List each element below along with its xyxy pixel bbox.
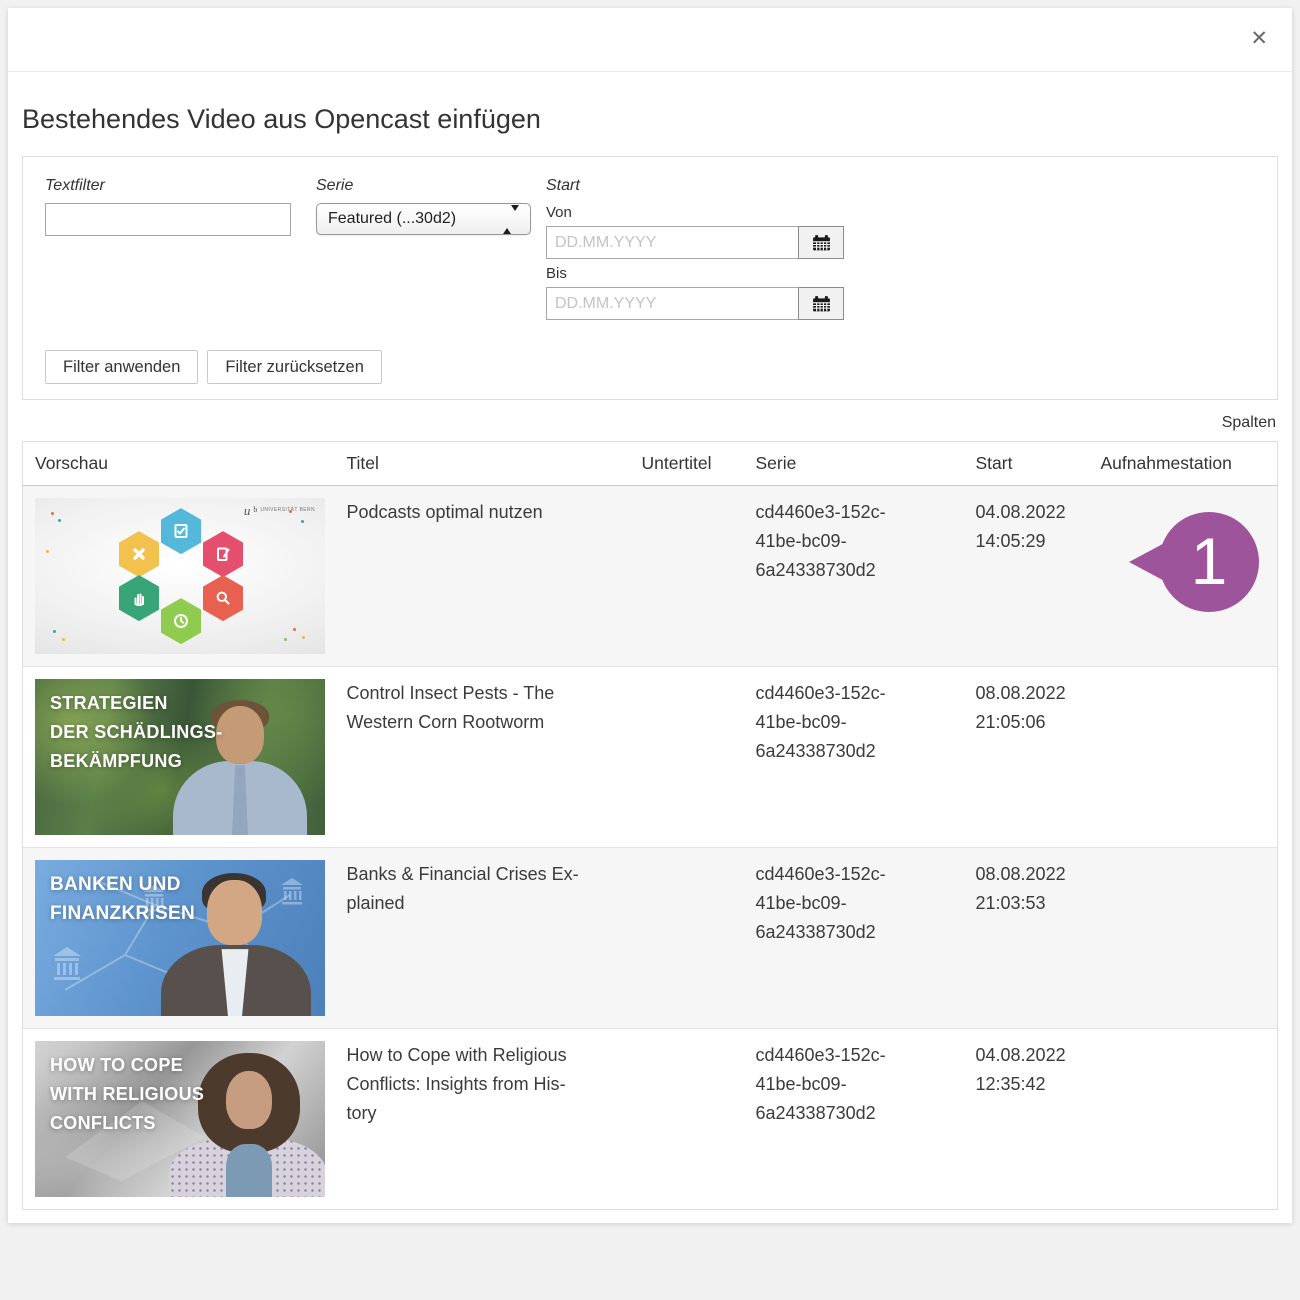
confetti-dots	[51, 512, 54, 515]
column-header-titel: Titel	[347, 442, 642, 486]
checklist-icon	[172, 522, 190, 540]
video-table: Vorschau Titel Untertitel Serie Start Au…	[22, 441, 1278, 1210]
hexagon-hand	[119, 575, 159, 621]
calendar-icon	[812, 234, 831, 252]
video-thumbnail[interactable]: HOW TO COPE WITH RELIGIOUS CONFLICTS	[35, 1041, 325, 1197]
university-bern-logo: ub UNIVERSITÄT BERN	[244, 506, 315, 516]
serie-select[interactable]: Featured (...30d2)	[316, 203, 531, 235]
table-row[interactable]: HOW TO COPE WITH RELIGIOUS CONFLICTS How…	[23, 1029, 1278, 1210]
video-thumbnail[interactable]: ub UNIVERSITÄT BERN	[35, 498, 325, 654]
serie-label: Serie	[316, 177, 546, 195]
annotation-marker-1: 1	[1126, 503, 1260, 621]
magnifier-icon	[214, 589, 232, 607]
date-to-input[interactable]	[546, 287, 798, 320]
aufnahmestation-cell	[1101, 848, 1278, 1029]
calendar-icon	[812, 295, 831, 313]
untertitel-cell	[642, 667, 756, 848]
start-cell: 08.08.2022 21:03:53	[976, 848, 1101, 1029]
opencast-dialog: ✕ Bestehendes Video aus Opencast einfüge…	[8, 8, 1292, 1223]
column-header-untertitel: Untertitel	[642, 442, 756, 486]
hexagon-magnifier	[203, 575, 243, 621]
column-header-start: Start	[976, 442, 1101, 486]
date-from-input[interactable]	[546, 226, 798, 259]
hexagon-clock	[161, 598, 201, 644]
title-cell: Control Insect Pests - The Western Corn …	[347, 667, 642, 848]
start-cell: 08.08.2022 21:05:06	[976, 667, 1101, 848]
column-header-aufnahmestation: Aufnahmestation	[1101, 442, 1278, 486]
table-row[interactable]: BANKEN UND FINANZKRISEN Banks & Financia…	[23, 848, 1278, 1029]
aufnahmestation-cell	[1101, 1029, 1278, 1210]
apply-filter-button[interactable]: Filter anwenden	[45, 350, 198, 384]
reset-filter-button[interactable]: Filter zurücksetzen	[207, 350, 381, 384]
calendar-from-button[interactable]	[798, 226, 844, 259]
serie-cell: cd4460e3-152c-41be-bc09-6a24338730d2	[756, 1029, 976, 1210]
x-icon	[130, 545, 148, 563]
hand-icon	[130, 589, 148, 607]
untertitel-cell	[642, 1029, 756, 1210]
clock-icon	[172, 612, 190, 630]
aufnahmestation-cell	[1101, 667, 1278, 848]
annotation-number: 1	[1179, 516, 1239, 606]
filter-panel: Textfilter Serie Featured (...30d2) Star…	[22, 156, 1278, 400]
title-cell: How to Cope with Religious Conflicts: In…	[347, 1029, 642, 1210]
page-title: Bestehendes Video aus Opencast einfügen	[22, 100, 1278, 138]
table-row[interactable]: STRATEGIEN DER SCHÄDLINGS- BEKÄMPFUNG Co…	[23, 667, 1278, 848]
start-cell: 04.08.2022 12:35:42	[976, 1029, 1101, 1210]
thumbnail-title-overlay: HOW TO COPE WITH RELIGIOUS CONFLICTS	[50, 1051, 204, 1138]
serie-cell: cd4460e3-152c-41be-bc09-6a24338730d2	[756, 667, 976, 848]
title-cell: Podcasts optimal nutzen	[347, 486, 642, 667]
thumbnail-title-overlay: STRATEGIEN DER SCHÄDLINGS- BEKÄMPFUNG	[50, 689, 223, 776]
title-cell: Banks & Financial Crises Ex­plained	[347, 848, 642, 1029]
thumbnail-title-overlay: BANKEN UND FINANZKRISEN	[50, 870, 195, 928]
table-header-row: Vorschau Titel Untertitel Serie Start Au…	[23, 442, 1278, 486]
hexagon-checklist	[161, 508, 201, 554]
untertitel-cell	[642, 486, 756, 667]
columns-menu-toggle[interactable]: Spalten	[24, 414, 1276, 432]
start-cell: 04.08.2022 14:05:29	[976, 486, 1101, 667]
bis-label: Bis	[546, 265, 844, 282]
clipboard-pen-icon	[214, 545, 232, 563]
column-header-serie: Serie	[756, 442, 976, 486]
close-icon[interactable]: ✕	[1250, 28, 1268, 49]
serie-select-value: Featured (...30d2)	[328, 210, 456, 228]
hexagon-clipboard	[203, 531, 243, 577]
dialog-body: Bestehendes Video aus Opencast einfügen …	[8, 100, 1292, 1210]
serie-cell: cd4460e3-152c-41be-bc09-6a24338730d2	[756, 486, 976, 667]
select-stepper-icon	[503, 211, 519, 229]
table-row[interactable]: ub UNIVERSITÄT BERN	[23, 486, 1278, 667]
column-header-vorschau: Vorschau	[23, 442, 347, 486]
calendar-to-button[interactable]	[798, 287, 844, 320]
textfilter-input[interactable]	[45, 203, 291, 236]
dialog-header: ✕	[8, 8, 1292, 72]
von-label: Von	[546, 204, 844, 221]
hexagon-x	[119, 531, 159, 577]
untertitel-cell	[642, 848, 756, 1029]
video-thumbnail[interactable]: BANKEN UND FINANZKRISEN	[35, 860, 325, 1016]
serie-cell: cd4460e3-152c-41be-bc09-6a24338730d2	[756, 848, 976, 1029]
video-thumbnail[interactable]: STRATEGIEN DER SCHÄDLINGS- BEKÄMPFUNG	[35, 679, 325, 835]
start-label: Start	[546, 177, 844, 195]
textfilter-label: Textfilter	[45, 177, 316, 195]
